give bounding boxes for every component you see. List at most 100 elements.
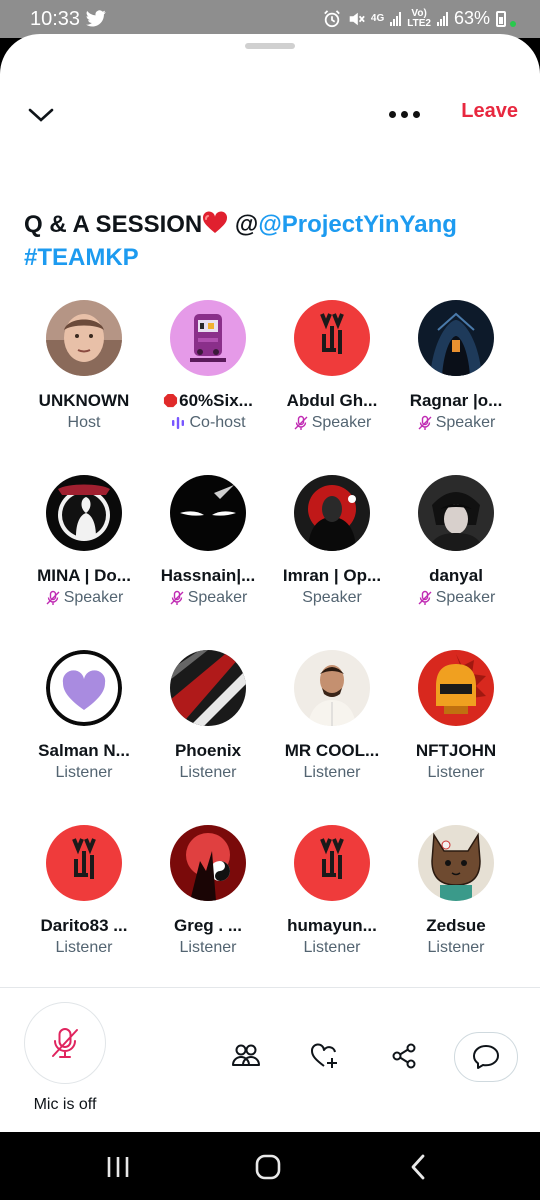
avatar[interactable]	[294, 650, 370, 726]
participant-role: Co-host	[170, 413, 246, 433]
avatar[interactable]	[170, 650, 246, 726]
avatar[interactable]	[46, 475, 122, 551]
avatar[interactable]	[418, 825, 494, 901]
participant-role: Listener	[428, 938, 485, 958]
mic-toggle-button[interactable]	[24, 1002, 106, 1084]
avatar[interactable]	[294, 300, 370, 376]
title-at: @	[228, 211, 259, 238]
participant[interactable]: NFTJOHN Listener	[394, 650, 518, 825]
participant[interactable]: Abdul Gh... Speaker	[270, 300, 394, 475]
mic-off-icon	[52, 1028, 78, 1058]
participant-name: Hassnain|...	[160, 566, 256, 585]
role-label: Co-host	[189, 414, 246, 431]
participant[interactable]: Zedsue Listener	[394, 825, 518, 1000]
participant-name: NFTJOHN	[415, 741, 497, 760]
back-button[interactable]	[400, 1150, 436, 1184]
participant[interactable]: MINA | Do... Speaker	[22, 475, 146, 650]
participant-name: danyal	[429, 566, 483, 585]
role-label: Host	[67, 414, 101, 431]
drag-handle[interactable]	[245, 43, 295, 49]
participant[interactable]: Greg . ... Listener	[146, 825, 270, 1000]
participant[interactable]: Salman N... Listener	[22, 650, 146, 825]
role-label: Listener	[55, 764, 113, 781]
role-label: Listener	[303, 939, 361, 956]
alarm-icon	[324, 9, 340, 27]
participant[interactable]: danyal Speaker	[394, 475, 518, 650]
avatar[interactable]	[46, 650, 122, 726]
participant-name: 60%Six...	[149, 390, 267, 412]
comment-button[interactable]	[454, 1032, 518, 1082]
share-button[interactable]	[388, 1040, 420, 1072]
participant-name: MR COOL...	[284, 741, 380, 760]
participant-name: Darito83 ...	[40, 916, 128, 935]
participant-role: Speaker	[417, 413, 495, 433]
home-icon	[255, 1154, 281, 1180]
avatar[interactable]	[170, 825, 246, 901]
participant[interactable]: Phoenix Listener	[146, 650, 270, 825]
reply-icon	[473, 1045, 499, 1069]
participant[interactable]: Darito83 ... Listener	[22, 825, 146, 1000]
name-text: 60%Six...	[179, 391, 253, 410]
collapse-button[interactable]	[24, 98, 58, 132]
participant[interactable]: UNKNOWN Host	[22, 300, 146, 475]
participant-name: Greg . ...	[149, 915, 267, 937]
title-hashtag-link[interactable]: #TEAMKP	[24, 244, 139, 271]
home-button[interactable]	[250, 1150, 286, 1184]
participant[interactable]: Hassnain|... Speaker	[146, 475, 270, 650]
more-button[interactable]	[384, 102, 424, 126]
participant-role: Listener	[56, 938, 113, 958]
participant[interactable]: Imran | Op... Speaker	[270, 475, 394, 650]
name-text: Greg . ...	[173, 916, 243, 935]
avatar[interactable]	[418, 475, 494, 551]
system-nav-bar	[0, 1132, 540, 1200]
avatar[interactable]	[46, 825, 122, 901]
avatar[interactable]	[170, 300, 246, 376]
role-label: Listener	[427, 764, 485, 781]
space-title: Q & A SESSION @@ProjectYinYang #TEAMKP	[24, 208, 524, 274]
leave-button[interactable]: Leave	[461, 100, 518, 123]
red-heart-emoji-icon	[203, 211, 228, 233]
battery-percent: 63%	[453, 8, 490, 28]
speaking-indicator-icon	[172, 417, 185, 429]
participant-role: Speaker	[293, 413, 371, 433]
role-label: Listener	[179, 764, 237, 781]
volte-label: Vo) LTE2	[407, 8, 431, 29]
participant-role: Speaker	[302, 588, 362, 608]
participant-name: Ragnar |o...	[409, 391, 503, 410]
participant-role: Host	[68, 413, 101, 433]
title-mention-link[interactable]: @ProjectYinYang	[258, 211, 457, 238]
participant-name: Phoenix	[174, 741, 242, 760]
avatar[interactable]	[294, 825, 370, 901]
avatar[interactable]	[294, 475, 370, 551]
mic-muted-icon	[170, 590, 184, 605]
participant-role: Listener	[180, 938, 237, 958]
role-label: Speaker	[63, 589, 124, 606]
participants-grid: UNKNOWN Host 60%Six... Co-host Abdul Gh.…	[22, 300, 518, 1000]
avatar[interactable]	[418, 650, 494, 726]
participant-role: Listener	[180, 763, 237, 783]
participant[interactable]: Ragnar |o... Speaker	[394, 300, 518, 475]
space-sheet: Leave Q & A SESSION @@ProjectYinYang #TE…	[0, 34, 540, 1132]
participant[interactable]: 60%Six... Co-host	[146, 300, 270, 475]
recents-button[interactable]	[100, 1150, 136, 1184]
participant-role: Listener	[304, 938, 361, 958]
chevron-down-icon	[28, 108, 54, 122]
mic-muted-icon	[418, 415, 432, 430]
participant-role: Listener	[428, 763, 485, 783]
mute-icon	[349, 12, 365, 25]
volte-bottom: LTE2	[407, 17, 431, 29]
avatar[interactable]	[418, 300, 494, 376]
signal-icon	[390, 11, 402, 26]
participant[interactable]: MR COOL... Listener	[270, 650, 394, 825]
avatar[interactable]	[46, 300, 122, 376]
twitter-notification-icon	[86, 10, 106, 27]
participant-role: Speaker	[45, 588, 124, 608]
mic-muted-icon	[294, 415, 308, 430]
react-button[interactable]	[309, 1040, 341, 1072]
avatar[interactable]	[170, 475, 246, 551]
title-text: Q & A SESSION	[24, 211, 203, 238]
participants-button[interactable]	[230, 1040, 262, 1072]
participant[interactable]: humayun... Listener	[270, 825, 394, 1000]
network-4g-label: 4G	[370, 12, 385, 24]
privacy-dot	[510, 20, 516, 27]
